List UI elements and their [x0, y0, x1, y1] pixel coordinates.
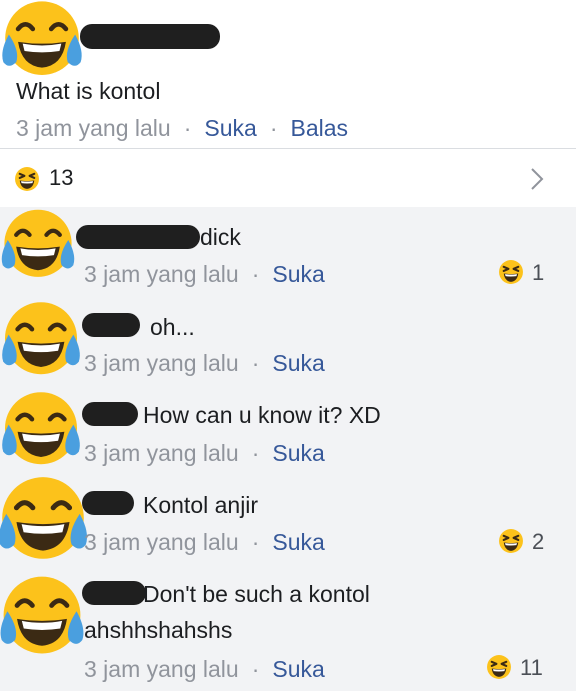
reply-meta: 3 jam yang lalu · Suka: [84, 655, 325, 683]
reply-meta: 3 jam yang lalu · Suka: [84, 439, 325, 467]
avatar-emoji-icon[interactable]: [0, 385, 86, 475]
like-link[interactable]: Suka: [272, 656, 324, 682]
reply-text: dick: [200, 224, 241, 250]
timestamp: 3 jam yang lalu: [84, 656, 239, 682]
avatar-emoji-icon[interactable]: [0, 203, 80, 287]
laughing-emoji-icon: [486, 654, 512, 680]
reply-text: Kontol anjir: [143, 492, 259, 518]
redacted-name: [82, 491, 134, 515]
reaction-count: 11: [520, 655, 543, 680]
separator: ·: [269, 115, 278, 141]
like-link[interactable]: Suka: [272, 350, 324, 376]
reaction-count: 13: [49, 165, 74, 190]
reaction-count: 1: [532, 260, 545, 285]
timestamp: 3 jam yang lalu: [84, 350, 239, 376]
avatar-emoji-icon[interactable]: [0, 569, 90, 665]
reply-meta: 3 jam yang lalu · Suka: [84, 528, 325, 556]
redacted-name: [76, 225, 200, 249]
reply-meta: 3 jam yang lalu · Suka: [84, 260, 325, 288]
timestamp: 3 jam yang lalu: [84, 529, 239, 555]
comment-meta: 3 jam yang lalu · Suka · Balas: [16, 114, 348, 142]
reply-link[interactable]: Balas: [290, 115, 348, 141]
reply-text: Don't be such a kontol: [143, 581, 370, 607]
reply-text-line2: ahshhshahshs: [84, 617, 233, 643]
reply-meta: 3 jam yang lalu · Suka: [84, 349, 325, 377]
reaction-count: 2: [532, 529, 545, 554]
main-comment: What is kontol 3 jam yang lalu · Suka · Bala…: [0, 0, 576, 147]
separator: ·: [251, 656, 260, 682]
reply-text: oh...: [150, 314, 195, 340]
separator: ·: [251, 440, 260, 466]
like-link[interactable]: Suka: [272, 440, 324, 466]
avatar-emoji-icon[interactable]: [0, 469, 94, 571]
separator: ·: [183, 115, 192, 141]
separator: ·: [251, 529, 260, 555]
avatar-emoji-icon[interactable]: [0, 0, 88, 86]
reply-text: How can u know it? XD: [143, 402, 381, 428]
comment-text: What is kontol: [16, 78, 161, 104]
separator: ·: [251, 261, 260, 287]
like-link[interactable]: Suka: [204, 115, 256, 141]
laughing-emoji-icon: [498, 528, 524, 554]
laughing-emoji-icon: [498, 259, 524, 285]
redacted-name: [82, 313, 140, 337]
timestamp: 3 jam yang lalu: [84, 261, 239, 287]
redacted-name: [82, 581, 146, 605]
laughing-emoji-icon: [14, 166, 40, 192]
reaction-summary-bar[interactable]: 13: [0, 148, 576, 208]
like-link[interactable]: Suka: [272, 261, 324, 287]
timestamp: 3 jam yang lalu: [16, 115, 171, 141]
like-link[interactable]: Suka: [272, 529, 324, 555]
avatar-emoji-icon[interactable]: [0, 295, 86, 385]
chevron-right-icon[interactable]: [530, 167, 544, 191]
redacted-name: [82, 402, 138, 426]
redacted-name: [80, 24, 220, 49]
separator: ·: [251, 350, 260, 376]
timestamp: 3 jam yang lalu: [84, 440, 239, 466]
replies-list: dick 3 jam yang lalu · Suka 1 oh... 3 jam …: [0, 207, 576, 691]
